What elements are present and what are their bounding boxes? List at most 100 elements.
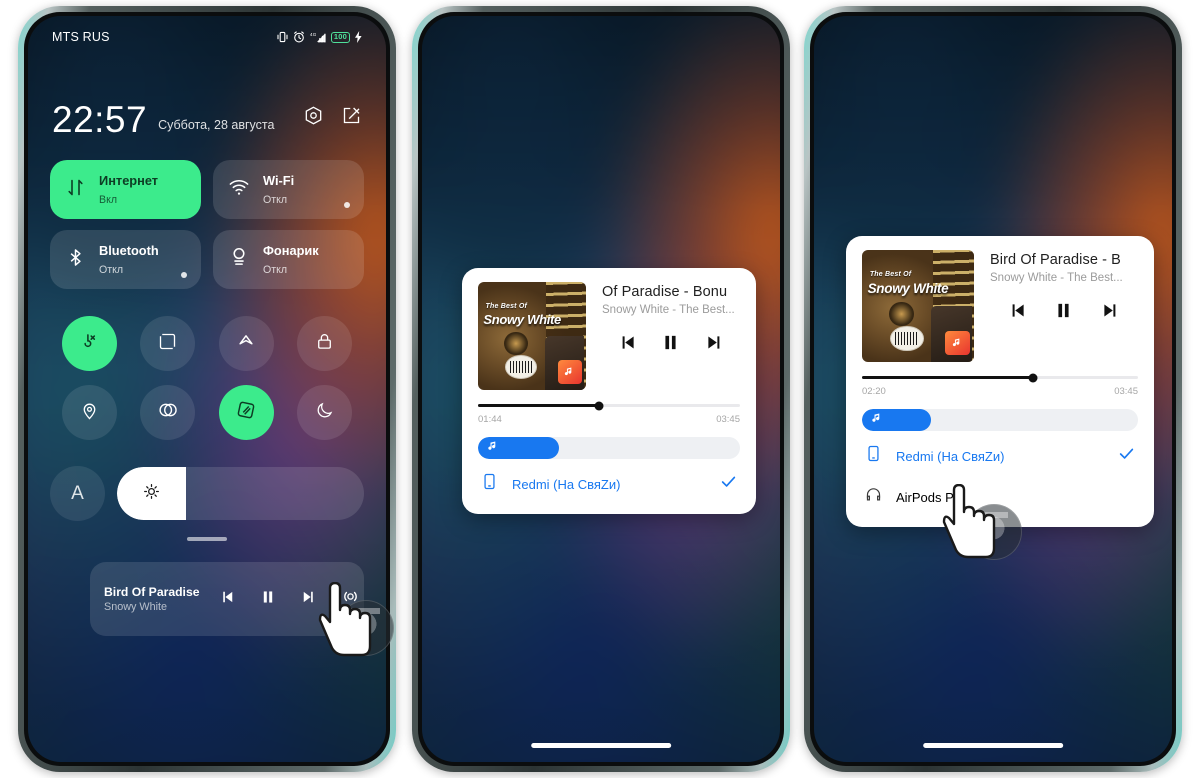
auto-brightness-button[interactable]: A bbox=[50, 466, 105, 521]
wifi-icon bbox=[228, 176, 250, 203]
panel-drag-handle[interactable] bbox=[187, 537, 227, 541]
tile-internet[interactable]: Интернет Вкл bbox=[50, 160, 201, 219]
volume-slider[interactable] bbox=[478, 437, 740, 459]
album-art-sound-hole bbox=[888, 301, 914, 327]
rotate-lock-icon bbox=[235, 399, 257, 426]
control-center-header: 22:57 Суббота, 28 августа bbox=[52, 99, 362, 140]
next-icon[interactable] bbox=[300, 588, 318, 611]
track-subtitle: Snowy White - The Best... bbox=[602, 304, 735, 316]
previous-icon[interactable] bbox=[218, 588, 236, 611]
tile-label: Bluetooth bbox=[99, 242, 159, 258]
album-art-line2: Snowy White bbox=[483, 312, 561, 328]
tile-state: Откл bbox=[263, 263, 288, 276]
quick-toggle-grid bbox=[50, 316, 364, 440]
tile-state: Вкл bbox=[99, 193, 118, 206]
mini-media-player[interactable]: Bird Of Paradise Snowy White bbox=[90, 562, 364, 636]
toggle-sound-vibrate[interactable] bbox=[61, 316, 117, 371]
album-art-remastered-stamp bbox=[890, 326, 924, 351]
elapsed-time: 02:20 bbox=[862, 386, 886, 397]
gear-icon[interactable] bbox=[303, 105, 324, 131]
album-art: The Best Of Snowy White bbox=[862, 250, 974, 362]
seek-knob[interactable] bbox=[594, 401, 604, 410]
brightness-slider-fill bbox=[117, 467, 187, 520]
media-card-info: Bird Of Paradise - B Snowy White - The B… bbox=[990, 250, 1138, 362]
data-transfer-icon bbox=[65, 177, 86, 203]
tile-bluetooth[interactable]: Bluetooth Откл bbox=[50, 230, 201, 289]
tile-indicator-dot bbox=[344, 202, 350, 208]
seek-slider[interactable] bbox=[478, 401, 740, 410]
device-name: AirPods Pro bbox=[896, 489, 966, 505]
phone-device-3: The Best Of Snowy White Bird Of Paradise… bbox=[804, 6, 1182, 772]
screenshot-canvas: MTS RUS 4G 100 22:57 Суббота, 28 августа… bbox=[0, 0, 1200, 778]
phone-screen-2: The Best Of Snowy White Of Paradise - Bo… bbox=[422, 16, 780, 762]
vibrate-icon bbox=[277, 31, 288, 43]
toggle-lock[interactable] bbox=[297, 316, 353, 371]
brightness-icon bbox=[142, 482, 161, 506]
pause-icon[interactable] bbox=[259, 588, 277, 611]
tile-label: Wi-Fi bbox=[263, 172, 295, 188]
device-row-redmi[interactable]: Redmi (На СвяZи) bbox=[862, 431, 1138, 470]
check-icon bbox=[719, 472, 738, 496]
track-subtitle: Snowy White - The Best... bbox=[990, 272, 1123, 284]
previous-icon[interactable] bbox=[1007, 300, 1028, 326]
cast-icon bbox=[235, 330, 257, 357]
edit-icon[interactable] bbox=[341, 105, 362, 131]
track-title: Bird Of Paradise - B bbox=[990, 252, 1121, 268]
previous-icon[interactable] bbox=[617, 332, 638, 358]
phone-bezel: MTS RUS 4G 100 22:57 Суббота, 28 августа… bbox=[24, 12, 390, 766]
album-art-line1: The Best Of bbox=[485, 302, 528, 310]
pause-icon[interactable] bbox=[660, 332, 681, 358]
toggle-dark-mode[interactable] bbox=[140, 385, 196, 440]
cast-audio-icon[interactable] bbox=[341, 587, 360, 611]
phone-bezel: The Best Of Snowy White Bird Of Paradise… bbox=[810, 12, 1176, 766]
toggle-screenshot[interactable] bbox=[140, 316, 196, 371]
device-name: Redmi (На СвяZи) bbox=[512, 476, 621, 492]
device-row-airpods[interactable]: AirPods Pro bbox=[862, 470, 1138, 511]
signal-4g-icon: 4G bbox=[310, 31, 326, 43]
track-title: Of Paradise - Bonu bbox=[602, 284, 728, 300]
header-actions bbox=[303, 105, 362, 137]
time-labels: 01:44 03:45 bbox=[478, 414, 740, 425]
brightness-slider[interactable] bbox=[117, 467, 364, 520]
tile-wifi[interactable]: Wi-Fi Откл bbox=[213, 160, 364, 219]
pause-icon[interactable] bbox=[1053, 300, 1074, 326]
tile-label: Фонарик bbox=[263, 242, 319, 258]
phone-bezel: The Best Of Snowy White Of Paradise - Bo… bbox=[418, 12, 784, 766]
toggle-location[interactable] bbox=[61, 385, 117, 440]
phone-icon bbox=[864, 444, 883, 468]
media-output-card-3: The Best Of Snowy White Bird Of Paradise… bbox=[846, 236, 1154, 527]
track-artist: Snowy White bbox=[104, 601, 168, 613]
mini-player-meta: Bird Of Paradise Snowy White bbox=[104, 585, 204, 613]
media-card-info: Of Paradise - Bonu Snowy White - The Bes… bbox=[602, 282, 740, 390]
time-labels: 02:20 03:45 bbox=[862, 386, 1138, 397]
tile-indicator-dot bbox=[181, 272, 187, 278]
seek-fill bbox=[862, 376, 1034, 379]
tile-label: Интернет bbox=[99, 172, 159, 188]
volume-slider[interactable] bbox=[862, 409, 1138, 431]
toggle-night-light[interactable] bbox=[297, 385, 353, 440]
seek-fill bbox=[478, 404, 599, 407]
album-art-remastered-stamp bbox=[505, 355, 538, 380]
tile-state: Откл bbox=[99, 263, 124, 276]
tile-state: Откл bbox=[263, 193, 288, 206]
home-indicator bbox=[531, 743, 671, 748]
album-art-sound-hole bbox=[503, 331, 528, 356]
album-art-line2: Snowy White bbox=[867, 281, 949, 297]
toggle-rotate-lock[interactable] bbox=[218, 385, 274, 440]
date-label: Суббота, 28 августа bbox=[158, 118, 275, 133]
elapsed-time: 01:44 bbox=[478, 414, 502, 425]
volume-fill bbox=[478, 437, 560, 459]
tile-flashlight[interactable]: Фонарик Откл bbox=[213, 230, 364, 289]
location-icon bbox=[79, 400, 100, 426]
seek-slider[interactable] bbox=[862, 373, 1138, 382]
device-row-redmi[interactable]: Redmi (На СвяZи) bbox=[478, 459, 740, 498]
carrier-label: MTS RUS bbox=[52, 30, 110, 44]
next-icon[interactable] bbox=[1100, 300, 1121, 326]
clock-label: 22:57 bbox=[52, 99, 148, 140]
next-icon[interactable] bbox=[704, 332, 725, 358]
sound-vibrate-icon bbox=[78, 330, 100, 357]
dark-mode-icon bbox=[157, 399, 179, 426]
toggle-cast[interactable] bbox=[218, 316, 274, 371]
device-name: Redmi (На СвяZи) bbox=[896, 448, 1005, 464]
seek-knob[interactable] bbox=[1028, 373, 1038, 382]
